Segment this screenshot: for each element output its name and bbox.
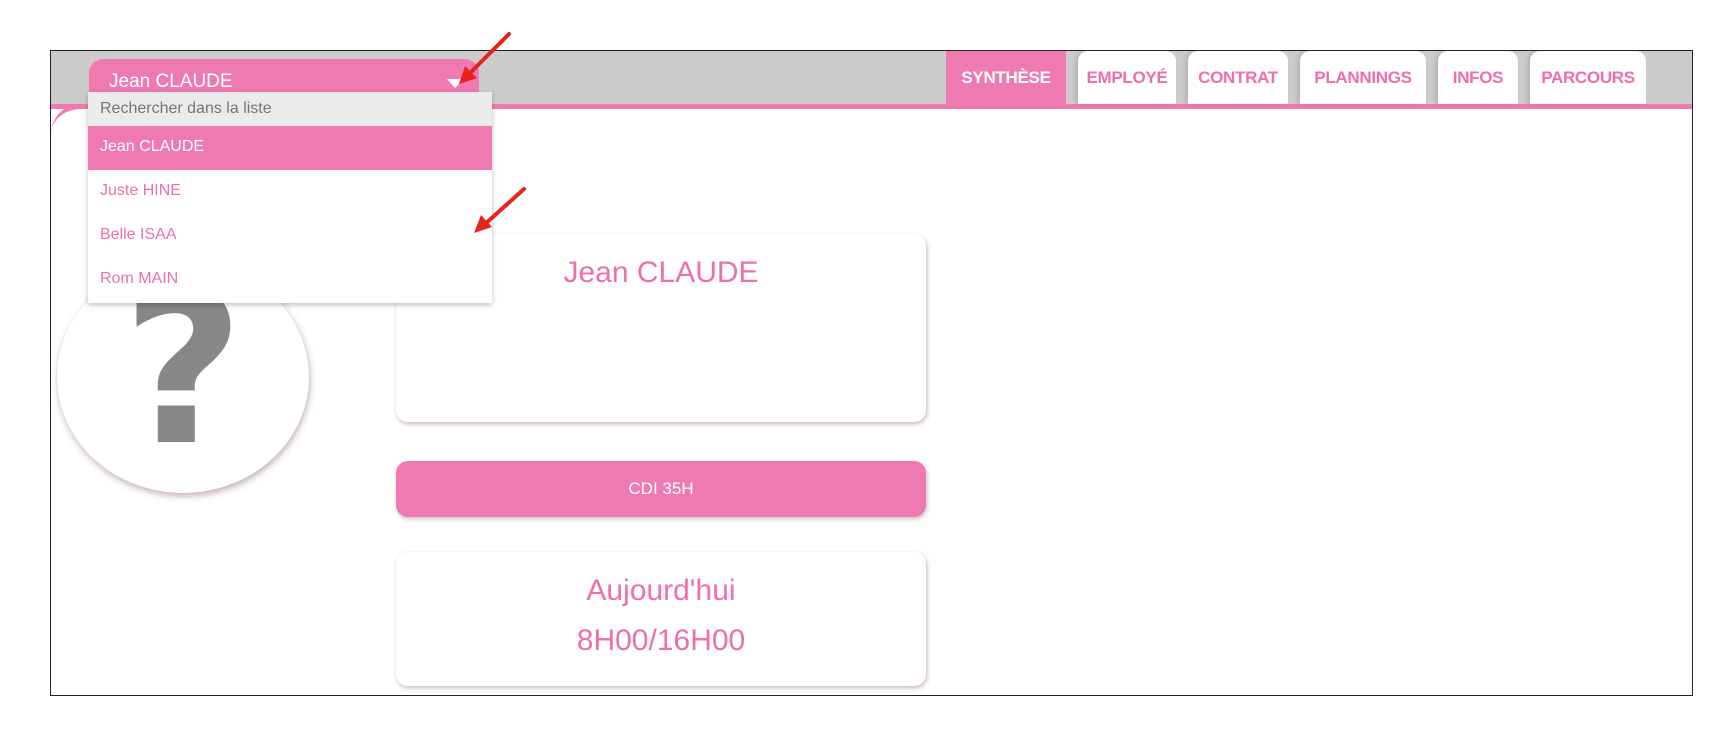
- contract-badge: CDI 35H: [396, 461, 926, 517]
- employee-select-value: Jean CLAUDE: [109, 71, 233, 92]
- tab-parcours[interactable]: PARCOURS: [1530, 51, 1646, 104]
- tab-employe[interactable]: EMPLOYÉ: [1078, 51, 1176, 104]
- tab-infos[interactable]: INFOS: [1438, 51, 1518, 104]
- dropdown-option-rom-main[interactable]: Rom MAIN: [88, 258, 492, 302]
- tab-plannings[interactable]: PLANNINGS: [1300, 51, 1426, 104]
- employee-name: Jean CLAUDE: [563, 256, 759, 289]
- dropdown-search-input[interactable]: [100, 100, 480, 118]
- dropdown-option-juste-hine[interactable]: Juste HINE: [88, 170, 492, 214]
- today-hours: 8H00/16H00: [576, 624, 746, 657]
- red-arrow-icon: [474, 187, 526, 233]
- employee-dropdown: Jean CLAUDE Juste HINE Belle ISAA Rom MA…: [88, 92, 492, 303]
- dropdown-option-jean-claude[interactable]: Jean CLAUDE: [88, 126, 492, 170]
- dropdown-option-belle-isaa[interactable]: Belle ISAA: [88, 214, 492, 258]
- tab-bar: SYNTHÈSE EMPLOYÉ CONTRAT PLANNINGS INFOS…: [946, 51, 1646, 107]
- red-arrow-icon: [459, 32, 511, 84]
- tab-contrat[interactable]: CONTRAT: [1188, 51, 1288, 104]
- today-label: Aujourd'hui: [586, 574, 736, 607]
- today-schedule-card: Aujourd'hui 8H00/16H00: [396, 552, 926, 686]
- tab-synthese[interactable]: SYNTHÈSE: [946, 51, 1066, 104]
- contract-label: CDI 35H: [628, 479, 694, 498]
- dropdown-search[interactable]: [88, 92, 492, 126]
